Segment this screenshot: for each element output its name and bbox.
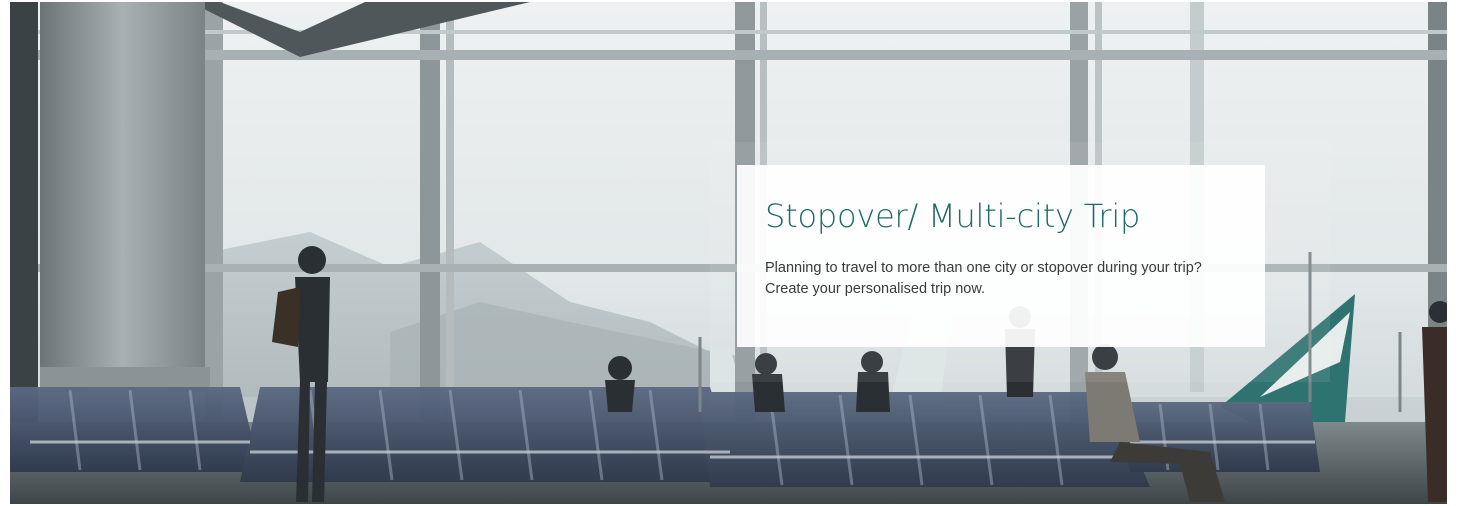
- hero-banner: Stopover/ Multi-city Trip Planning to tr…: [10, 2, 1447, 504]
- page: Stopover/ Multi-city Trip Planning to tr…: [0, 0, 1458, 506]
- card-title: Stopover/ Multi-city Trip: [765, 197, 1141, 235]
- stopover-info-card: Stopover/ Multi-city Trip Planning to tr…: [737, 165, 1265, 347]
- card-description: Planning to travel to more than one city…: [765, 260, 1202, 297]
